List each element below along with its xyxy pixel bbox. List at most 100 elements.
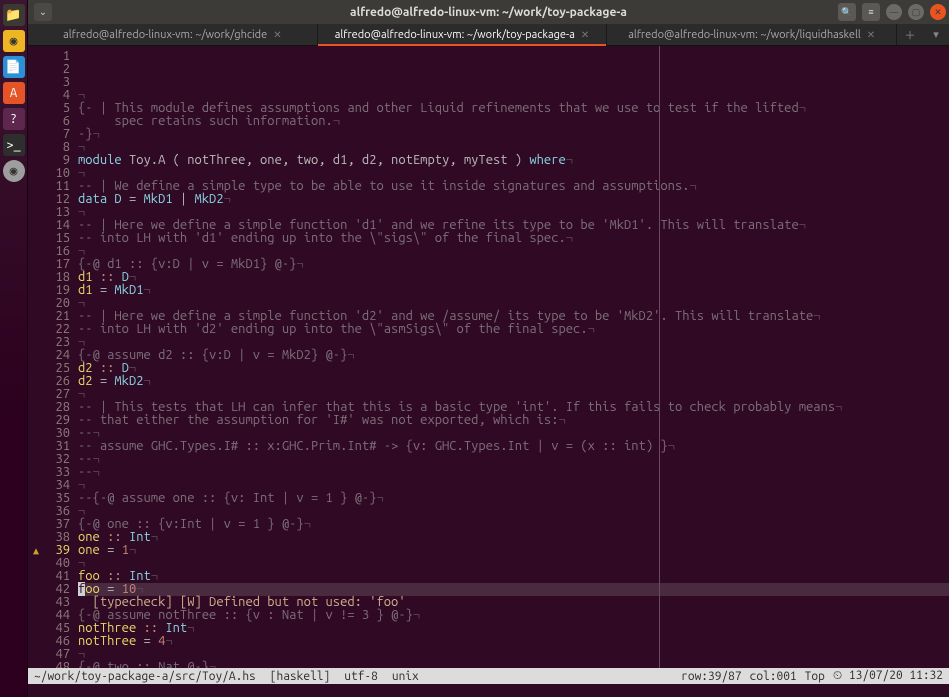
- new-tab-button[interactable]: ＋: [897, 24, 923, 45]
- code-line[interactable]: --¬: [78, 453, 949, 466]
- sign-cell: [28, 154, 44, 167]
- titlebar-menu-button[interactable]: ≡: [862, 3, 880, 21]
- code-line[interactable]: d1 = MkD1¬: [78, 284, 949, 297]
- sign-cell: [28, 440, 44, 453]
- status-clock: ⏲ 13/07/20 11:32: [833, 669, 943, 683]
- code-line[interactable]: -}¬: [78, 128, 949, 141]
- maximize-button[interactable]: ▢: [908, 4, 924, 20]
- sign-cell: [28, 362, 44, 375]
- sign-cell: [28, 414, 44, 427]
- sign-cell: [28, 622, 44, 635]
- sign-cell: [28, 193, 44, 206]
- sign-cell: [28, 557, 44, 570]
- close-icon[interactable]: ✕: [273, 29, 281, 41]
- code-line[interactable]: {-@ assume d2 :: {v:D | v = MkD2} @-}¬: [78, 349, 949, 362]
- terminal-tabs: alfredo@alfredo-linux-vm: ~/work/ghcide …: [28, 24, 949, 46]
- status-encoding: utf-8: [344, 670, 378, 683]
- code-line[interactable]: -- into LH with 'd1' ending up into the …: [78, 232, 949, 245]
- sign-cell: [28, 427, 44, 440]
- sign-cell: [28, 466, 44, 479]
- code-line[interactable]: d2 = MkD2¬: [78, 375, 949, 388]
- sign-cell: [28, 648, 44, 661]
- code-line[interactable]: notThree = 4¬: [78, 635, 949, 648]
- code-line[interactable]: --{-@ assume one :: {v: Int | v = 1 } @-…: [78, 492, 949, 505]
- code-line[interactable]: d1 :: D¬: [78, 271, 949, 284]
- vertical-split-line: [659, 46, 660, 668]
- code-line[interactable]: {-@ two :: Nat @-}¬: [78, 661, 949, 668]
- status-scroll: Top: [805, 670, 825, 683]
- sign-cell: [28, 401, 44, 414]
- command-line[interactable]: [28, 684, 949, 697]
- titlebar-search-button[interactable]: 🔍: [838, 3, 856, 21]
- sign-cell: [28, 180, 44, 193]
- line-numbers: 1234567891011121314151617181920212223242…: [44, 46, 74, 668]
- sign-cell: [28, 271, 44, 284]
- sign-cell: [28, 492, 44, 505]
- close-icon[interactable]: ✕: [581, 29, 589, 41]
- code-line[interactable]: {-@ d1 :: {v:D | v = MkD1} @-}¬: [78, 258, 949, 271]
- close-button[interactable]: ✕: [930, 4, 946, 20]
- code-line[interactable]: {-@ assume notThree :: {v : Nat | v != 3…: [78, 609, 949, 622]
- terminal-window: ⌄ alfredo@alfredo-linux-vm: ~/work/toy-p…: [28, 0, 949, 697]
- sign-cell: [28, 336, 44, 349]
- sign-column: ▲: [28, 46, 44, 668]
- sign-cell: [28, 128, 44, 141]
- code-line[interactable]: one = 1¬: [78, 544, 949, 557]
- code-line[interactable]: data D = MkD1 | MkD2¬: [78, 193, 949, 206]
- sign-cell: [28, 167, 44, 180]
- status-column: col:001: [750, 670, 797, 683]
- launcher-icon-store[interactable]: A: [3, 82, 25, 104]
- launcher-icon-files[interactable]: 📁: [3, 4, 25, 26]
- launcher-icon-help[interactable]: ?: [3, 108, 25, 130]
- sign-cell: [28, 505, 44, 518]
- code-line[interactable]: foo :: Int¬: [78, 570, 949, 583]
- launcher-icon-terminal[interactable]: >_: [3, 134, 25, 156]
- launcher-icon-docs[interactable]: 📄: [3, 56, 25, 78]
- sign-cell: [28, 232, 44, 245]
- sign-cell: [28, 115, 44, 128]
- status-fileformat: unix: [392, 670, 419, 683]
- sign-cell: [28, 596, 44, 609]
- sign-cell: [28, 219, 44, 232]
- tab-1[interactable]: alfredo@alfredo-linux-vm: ~/work/ghcide …: [28, 24, 318, 45]
- tab-3[interactable]: alfredo@alfredo-linux-vm: ~/work/liquidh…: [607, 24, 897, 45]
- sign-cell: [28, 518, 44, 531]
- sign-cell: [28, 63, 44, 76]
- code-line[interactable]: ¬: [78, 557, 949, 570]
- sign-cell: [28, 76, 44, 89]
- editor[interactable]: ▲ 12345678910111213141516171819202122232…: [28, 46, 949, 668]
- statusline: ~/work/toy-package-a/src/Toy/A.hs [haske…: [28, 668, 949, 684]
- close-icon[interactable]: ✕: [867, 29, 875, 41]
- sign-cell: [28, 141, 44, 154]
- status-position: row:39/87: [681, 670, 741, 683]
- sign-cell: [28, 635, 44, 648]
- sign-cell: [28, 375, 44, 388]
- sign-cell: [28, 284, 44, 297]
- tab-label: alfredo@alfredo-linux-vm: ~/work/liquidh…: [628, 29, 861, 41]
- code-line[interactable]: d2 :: D¬: [78, 362, 949, 375]
- code-line[interactable]: -- into LH with 'd2' ending up into the …: [78, 323, 949, 336]
- code-line[interactable]: notThree :: Int¬: [78, 622, 949, 635]
- tab-2[interactable]: alfredo@alfredo-linux-vm: ~/work/toy-pac…: [318, 24, 608, 45]
- sign-cell: [28, 102, 44, 115]
- code-line[interactable]: spec retains such information.¬: [78, 115, 949, 128]
- sign-cell: [28, 531, 44, 544]
- code-line[interactable]: -- that either the assumption for 'I#' w…: [78, 414, 949, 427]
- code-line[interactable]: module Toy.A ( notThree, one, two, d1, d…: [78, 154, 949, 167]
- status-path: ~/work/toy-package-a/src/Toy/A.hs: [34, 670, 256, 683]
- launcher-icon-music[interactable]: ◉: [3, 30, 25, 52]
- sign-cell: [28, 258, 44, 271]
- code-line[interactable]: {-@ one :: {v:Int | v = 1 } @-}¬: [78, 518, 949, 531]
- minimize-button[interactable]: —: [886, 4, 902, 20]
- code-area[interactable]: ¬{- | This module defines assumptions an…: [74, 46, 949, 668]
- launcher-icon-disc[interactable]: ◉: [3, 160, 25, 182]
- sign-cell: [28, 570, 44, 583]
- sign-cell: [28, 89, 44, 102]
- code-line[interactable]: -- assume GHC.Types.I# :: x:GHC.Prim.Int…: [78, 440, 949, 453]
- code-line[interactable]: --¬: [78, 466, 949, 479]
- app-icon[interactable]: ⌄: [34, 3, 52, 21]
- code-line[interactable]: one :: Int¬: [78, 531, 949, 544]
- sign-cell: [28, 349, 44, 362]
- tabs-menu-button[interactable]: ▾: [923, 24, 949, 45]
- sign-cell: [28, 609, 44, 622]
